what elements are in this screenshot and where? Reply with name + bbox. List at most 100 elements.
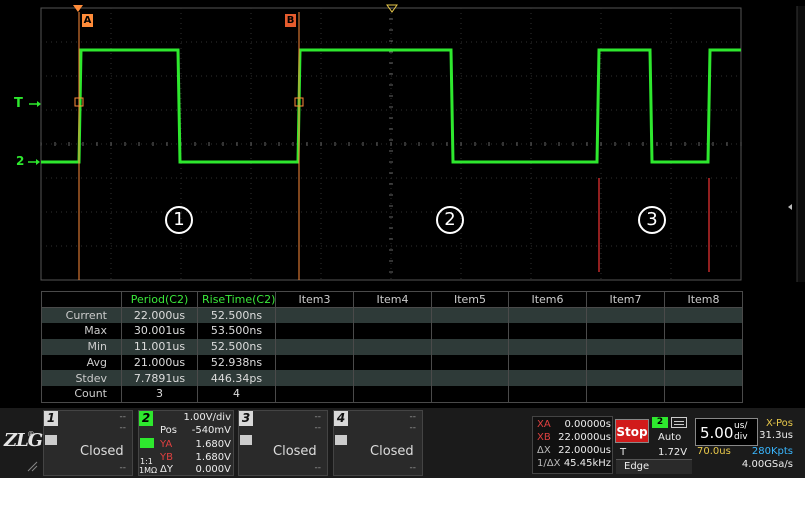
measurement-header-row: Period(C2) RiseTime(C2) Item3 Item4 Item… xyxy=(41,291,743,308)
ch2-volts-per-div[interactable]: 1.00V/div xyxy=(183,412,231,423)
channel-1-number[interactable]: 1 xyxy=(44,411,58,426)
ch3-dash-top: -- xyxy=(314,412,322,422)
cursor-b-tag[interactable]: B xyxy=(285,14,296,27)
period-value: 3 xyxy=(121,386,198,403)
channel-2-number[interactable]: 2 xyxy=(139,411,153,426)
ch2-impedance[interactable]: 1MΩ xyxy=(139,466,157,475)
channel-4-panel[interactable]: 4 -- -- Closed -- xyxy=(333,410,423,476)
row-label: Current xyxy=(41,307,122,324)
xpos-value: 31.3us xyxy=(759,430,793,441)
registered-mark: ® xyxy=(27,430,35,439)
period-value: 7.7891us xyxy=(121,370,198,387)
risetime-value: 446.34ps xyxy=(197,370,276,387)
dx-label: ΔX xyxy=(537,445,551,456)
channel-2-panel[interactable]: 2 1.00V/div Pos -540mV YA 1.680V YB 1.68… xyxy=(138,410,234,476)
trigger-source[interactable]: 2 xyxy=(652,417,668,428)
waveform-area[interactable]: A B T 2 1 2 3 xyxy=(0,0,805,286)
header-item4[interactable]: Item4 xyxy=(353,291,432,308)
header-item8[interactable]: Item8 xyxy=(664,291,743,308)
ch4-dash-top: -- xyxy=(409,412,417,422)
risetime-value: 52.938ns xyxy=(197,354,276,371)
channel-1-panel[interactable]: 1 -- -- Closed -- xyxy=(43,410,133,476)
channel-4-number[interactable]: 4 xyxy=(334,411,348,426)
sample-rate: 4.00GSa/s xyxy=(741,459,793,470)
risetime-value: 52.500ns xyxy=(197,307,276,324)
xa-value: 0.00000s xyxy=(564,419,611,430)
page-footer-area xyxy=(0,478,805,507)
table-row: Avg 21.000us 52.938ns xyxy=(41,354,743,371)
trigger-t-label: T xyxy=(620,447,627,458)
row-label: Min xyxy=(41,338,122,355)
ch3-coupling-icon xyxy=(240,435,252,445)
ch3-dash-mid: -- xyxy=(314,423,322,433)
header-item5[interactable]: Item5 xyxy=(431,291,509,308)
row-label: Count xyxy=(41,386,122,403)
ch4-dash-mid: -- xyxy=(409,423,417,433)
channel-3-number[interactable]: 3 xyxy=(239,411,253,426)
table-row: Count 3 4 xyxy=(41,386,743,403)
trigger-type-box[interactable]: Edge xyxy=(616,459,692,474)
header-item3[interactable]: Item3 xyxy=(275,291,354,308)
period-value: 30.001us xyxy=(121,323,198,339)
header-item7[interactable]: Item7 xyxy=(586,291,665,308)
ch1-state: Closed xyxy=(80,444,124,459)
ch4-coupling-icon xyxy=(335,435,347,445)
xb-label: XB xyxy=(537,432,551,443)
header-risetime[interactable]: RiseTime(C2) xyxy=(197,291,276,308)
xa-label: XA xyxy=(537,419,551,430)
memory-depth: 280Kpts xyxy=(751,446,793,457)
ch2-dy-value: 0.000V xyxy=(195,464,231,475)
ch1-coupling-icon xyxy=(45,435,57,445)
ch4-state: Closed xyxy=(370,444,414,459)
time-unit-bottom: div xyxy=(734,432,748,442)
ch1-dash-mid: -- xyxy=(119,423,127,433)
ch2-pos-value: -540mV xyxy=(191,425,231,436)
time-unit-top: us/ xyxy=(734,421,748,431)
xb-value: 22.0000us xyxy=(558,432,611,443)
trigger-edge-icon xyxy=(671,417,687,428)
ch2-yb-label: YB xyxy=(160,452,173,463)
time-per-div-box[interactable]: 5.00 us/ div xyxy=(695,418,758,446)
cursor-a-tag[interactable]: A xyxy=(82,14,93,27)
annotation-3: 3 xyxy=(638,206,666,234)
delay-value: 70.0us xyxy=(697,446,731,457)
dx-value: 22.0000us xyxy=(558,445,611,456)
trigger-level-label[interactable]: T xyxy=(14,96,23,111)
table-row: Max 30.001us 53.500ns xyxy=(41,323,743,339)
header-item6[interactable]: Item6 xyxy=(508,291,587,308)
ch3-dash-bottom: -- xyxy=(314,463,322,473)
table-row: Min 11.001us 52.500ns xyxy=(41,338,743,355)
ch2-ya-label: YA xyxy=(160,439,173,450)
side-panel-arrow-icon xyxy=(788,204,792,210)
ch1-dash-bottom: -- xyxy=(119,463,127,473)
header-corner xyxy=(41,291,122,308)
ch2-ya-value: 1.680V xyxy=(195,439,231,450)
cursor-readout-panel[interactable]: XA 0.00000s XB 22.0000us ΔX 22.0000us 1/ΔX 4… xyxy=(532,416,613,474)
header-period[interactable]: Period(C2) xyxy=(121,291,198,308)
ch2-yb-value: 1.680V xyxy=(195,452,231,463)
ch4-dash-bottom: -- xyxy=(409,463,417,473)
period-value: 11.001us xyxy=(121,338,198,355)
xpos-label: X-Pos xyxy=(766,418,793,429)
row-label: Max xyxy=(41,323,122,339)
zlg-logo: ZLG xyxy=(4,430,43,451)
trigger-mode[interactable]: Auto xyxy=(658,432,681,443)
ch1-dash-top: -- xyxy=(119,412,127,422)
waveform-svg xyxy=(28,4,805,286)
period-value: 21.000us xyxy=(121,354,198,371)
risetime-value: 53.500ns xyxy=(197,323,276,339)
ch2-probe-ratio[interactable]: 1:1 xyxy=(140,457,153,466)
run-stop-button[interactable]: Stop xyxy=(615,419,649,443)
trigger-level[interactable]: 1.72V xyxy=(658,447,687,458)
trigger-type: Edge xyxy=(624,461,650,472)
ch2-offset-label[interactable]: 2 xyxy=(16,154,24,168)
resize-grip-icon xyxy=(27,461,38,472)
ch2-pos-label: Pos xyxy=(160,425,178,436)
channel-3-panel[interactable]: 3 -- -- Closed -- xyxy=(238,410,328,476)
inv-dx-label: 1/ΔX xyxy=(537,458,561,469)
annotation-1: 1 xyxy=(165,206,193,234)
timebase-panel[interactable]: 5.00 us/ div X-Pos 31.3us 70.0us 280Kpts… xyxy=(695,416,795,474)
inv-dx-value: 45.45kHz xyxy=(563,458,611,469)
annotation-2: 2 xyxy=(436,206,464,234)
ch3-state: Closed xyxy=(273,444,317,459)
